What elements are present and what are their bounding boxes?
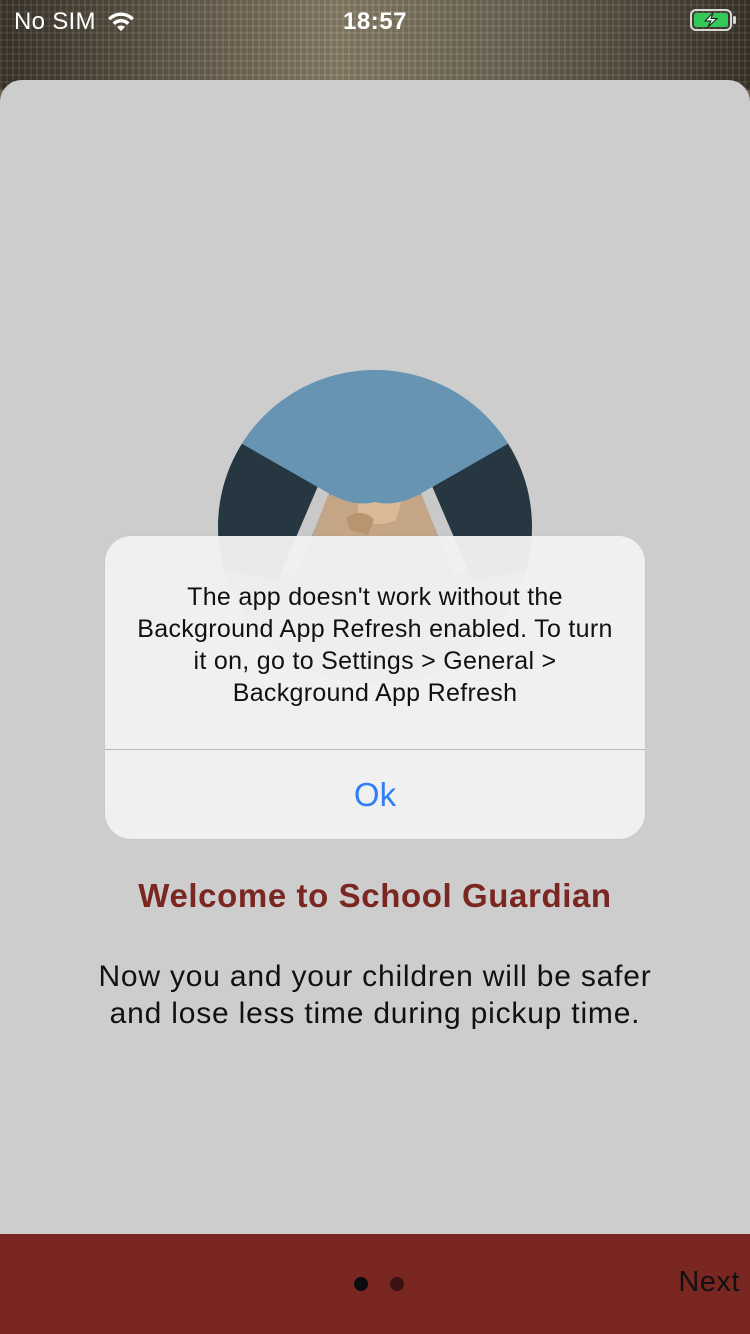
alert-dialog: The app doesn't work without the Backgro… <box>105 536 645 839</box>
alert-ok-button[interactable]: Ok <box>105 750 645 839</box>
screen: No SIM 18:57 Welcome to School Guardian … <box>0 0 750 1334</box>
alert-message: The app doesn't work without the Backgro… <box>137 583 613 707</box>
